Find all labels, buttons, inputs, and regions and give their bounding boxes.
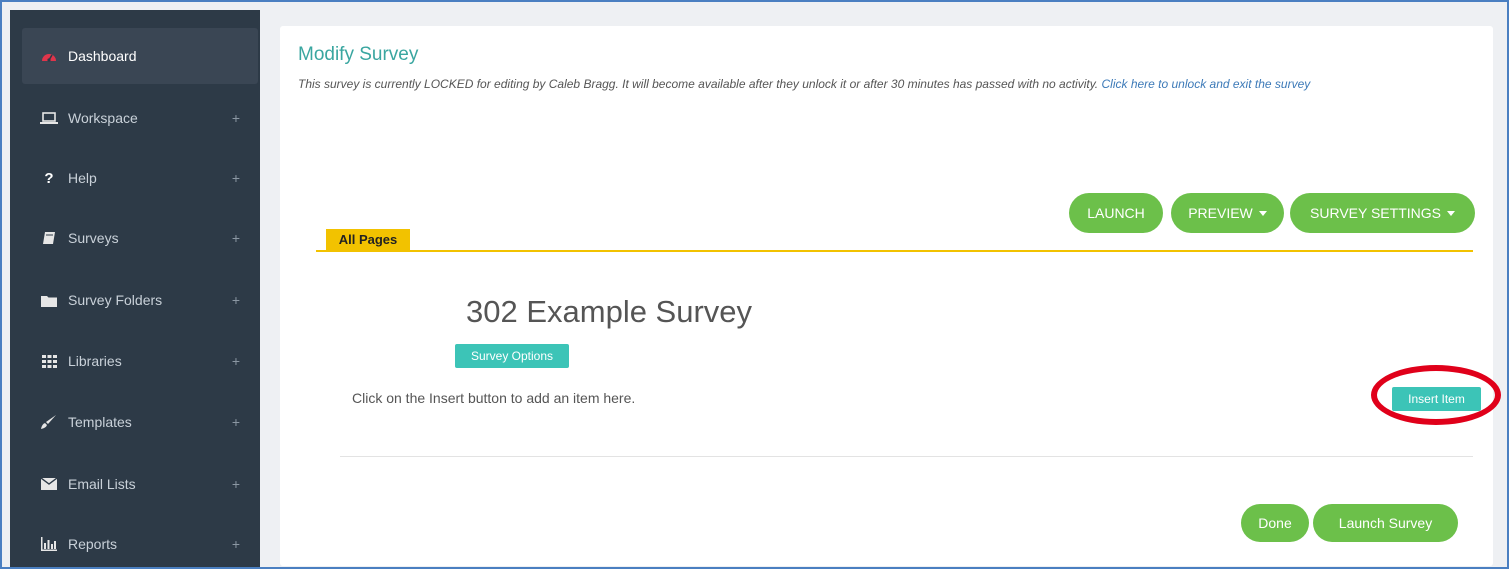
sidebar-item-label: Dashboard [68,48,137,64]
preview-button-label: PREVIEW [1188,205,1253,221]
sidebar-item-dashboard[interactable]: Dashboard [22,28,258,84]
unlock-link[interactable]: Click here to unlock and exit the survey [1101,77,1310,91]
bar-chart-icon [40,537,58,551]
question-icon: ? [44,169,54,187]
sidebar: Dashboard Workspace + ? Help + Surveys + [10,10,260,567]
survey-options-button[interactable]: Survey Options [455,344,569,368]
tab-all-pages[interactable]: All Pages [326,229,410,250]
dashboard-icon [40,49,58,63]
tab-underline [316,250,1473,252]
book-icon [40,231,58,245]
sidebar-item-label: Surveys [68,230,119,246]
sidebar-item-workspace[interactable]: Workspace + [22,90,258,146]
sidebar-item-help[interactable]: ? Help + [22,150,258,206]
sidebar-item-email-lists[interactable]: Email Lists + [22,456,258,512]
sidebar-item-label: Workspace [68,110,138,126]
preview-dropdown-button[interactable]: PREVIEW [1171,193,1284,233]
sidebar-item-label: Survey Folders [68,292,163,308]
launch-button-label: LAUNCH [1087,205,1145,221]
brush-icon [40,415,58,429]
grid-icon [40,354,58,368]
chevron-down-icon [1446,210,1455,216]
sidebar-item-templates[interactable]: Templates + [22,394,258,450]
launch-survey-button[interactable]: Launch Survey [1313,504,1458,542]
insert-hint: Click on the Insert button to add an ite… [352,390,636,406]
insert-item-button[interactable]: Insert Item [1392,387,1481,411]
sidebar-item-reports[interactable]: Reports + [22,516,258,567]
expand-icon[interactable]: + [232,110,240,126]
launch-button[interactable]: LAUNCH [1069,193,1163,233]
sidebar-item-label: Help [68,170,97,186]
sidebar-item-label: Libraries [68,353,122,369]
expand-icon[interactable]: + [232,536,240,552]
sidebar-item-label: Templates [68,414,132,430]
sidebar-item-label: Email Lists [68,476,136,492]
expand-icon[interactable]: + [232,414,240,430]
main-panel: Modify Survey This survey is currently L… [280,26,1493,566]
launch-survey-button-label: Launch Survey [1338,515,1433,531]
survey-settings-dropdown-button[interactable]: SURVEY SETTINGS [1290,193,1475,233]
expand-icon[interactable]: + [232,476,240,492]
app-frame: Dashboard Workspace + ? Help + Surveys + [0,0,1509,569]
folder-icon [40,293,58,307]
laptop-icon [40,111,58,125]
done-button-label: Done [1258,515,1292,531]
sidebar-item-label: Reports [68,536,118,552]
survey-title: 302 Example Survey [466,294,753,329]
sidebar-item-surveys[interactable]: Surveys + [22,210,258,266]
sidebar-item-survey-folders[interactable]: Survey Folders + [22,272,258,328]
expand-icon[interactable]: + [232,230,240,246]
survey-settings-button-label: SURVEY SETTINGS [1310,205,1441,221]
page-title: Modify Survey [298,44,419,65]
chevron-down-icon [1258,210,1267,216]
divider [340,456,1473,457]
envelope-icon [40,477,58,491]
expand-icon[interactable]: + [232,170,240,186]
sidebar-item-libraries[interactable]: Libraries + [22,333,258,389]
lock-message: This survey is currently LOCKED for edit… [298,75,1478,93]
lock-message-text: This survey is currently LOCKED for edit… [298,77,1102,91]
expand-icon[interactable]: + [232,292,240,308]
expand-icon[interactable]: + [232,353,240,369]
done-button[interactable]: Done [1241,504,1309,542]
